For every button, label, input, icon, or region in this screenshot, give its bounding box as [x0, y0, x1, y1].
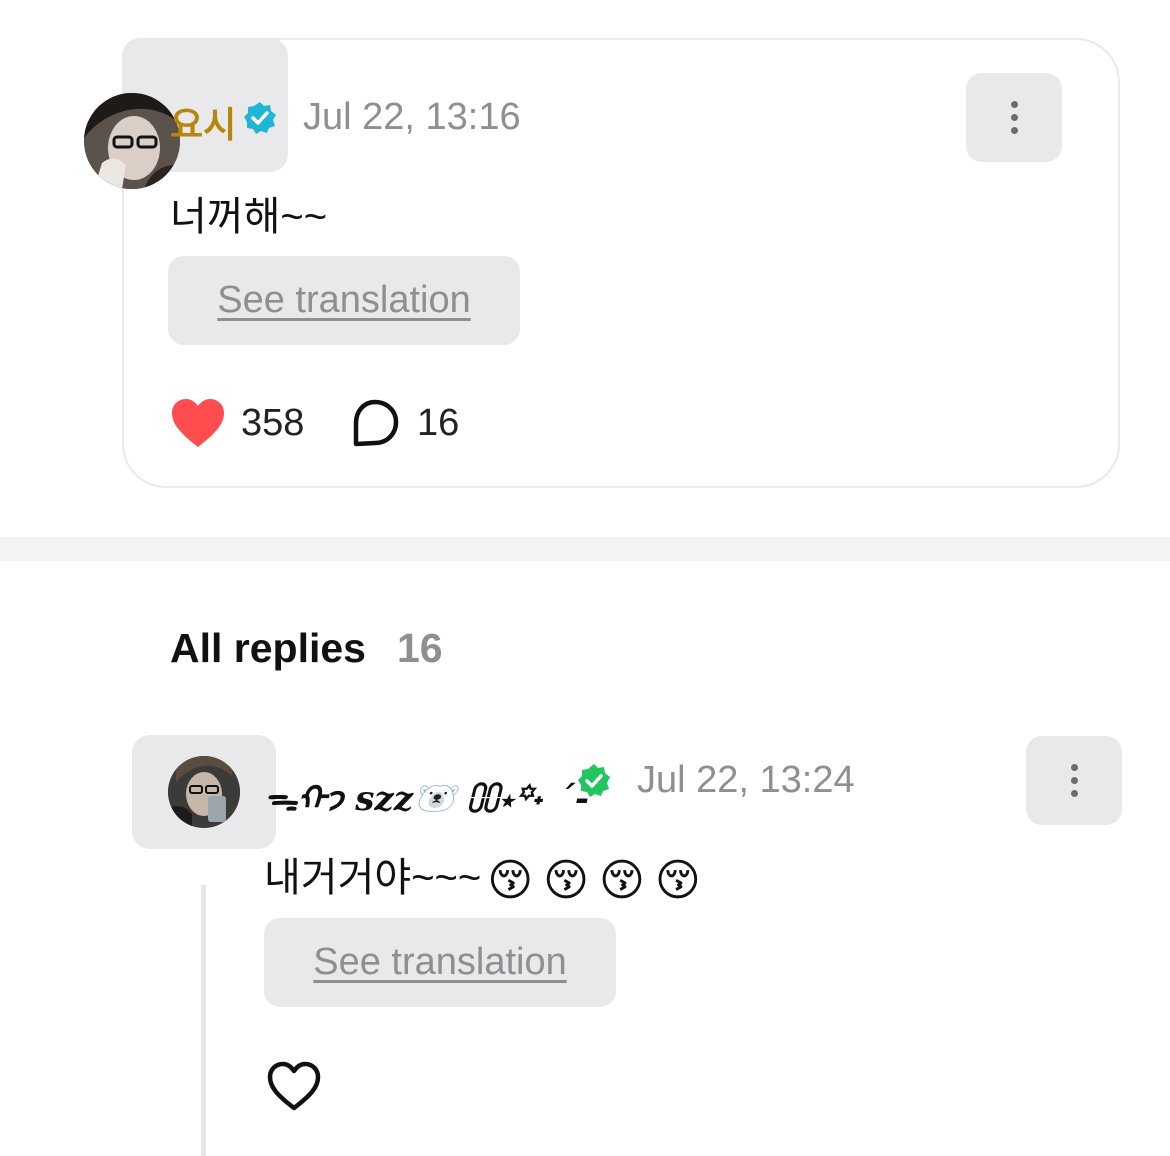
see-translation-label: See translation	[217, 279, 471, 321]
kissing-face-emoji: 😚	[543, 855, 590, 905]
kissing-face-emoji: 😚	[654, 855, 701, 905]
post-more-options-button[interactable]	[966, 73, 1062, 162]
post-see-translation-button[interactable]: See translation	[168, 256, 520, 345]
reply-more-options-button[interactable]	[1026, 736, 1122, 825]
post-timestamp: Jul 22, 13:16	[303, 96, 521, 138]
verified-badge-icon	[578, 764, 610, 797]
reply-timestamp: Jul 22, 13:24	[637, 759, 855, 801]
post-avatar[interactable]	[84, 93, 180, 189]
see-translation-label: See translation	[313, 941, 567, 983]
post-username[interactable]: 요시	[170, 96, 236, 148]
heart-outline-icon[interactable]	[266, 1060, 322, 1112]
kissing-face-emoji: 😚	[487, 855, 534, 905]
thread-line	[201, 885, 206, 1156]
reply-text: 내거거야~~~ 😚 😚 😚 😚	[264, 845, 701, 906]
section-divider	[0, 537, 1170, 561]
comment-icon[interactable]	[350, 398, 400, 448]
like-count: 358	[241, 402, 305, 444]
reply-username[interactable]: ᯓᡣ𐭩 𝒔𝒛𝒛🐻‍❄️ ⩇⩇⋆꙳˖ ˊ-	[264, 760, 589, 822]
reply-avatar[interactable]	[168, 756, 240, 828]
post-text: 너꺼해~~	[170, 195, 328, 239]
reply-see-translation-button[interactable]: See translation	[264, 918, 616, 1007]
comment-count: 16	[417, 402, 460, 444]
more-options-icon	[1010, 101, 1018, 134]
kissing-face-emoji: 😚	[599, 855, 645, 905]
more-options-icon	[1070, 764, 1078, 797]
all-replies-title: All replies	[170, 625, 366, 671]
heart-filled-icon[interactable]	[170, 397, 226, 449]
verified-badge-icon	[244, 102, 276, 134]
all-replies-count: 16	[397, 625, 443, 671]
reply-text-content: 내거거야~~~	[264, 856, 482, 900]
